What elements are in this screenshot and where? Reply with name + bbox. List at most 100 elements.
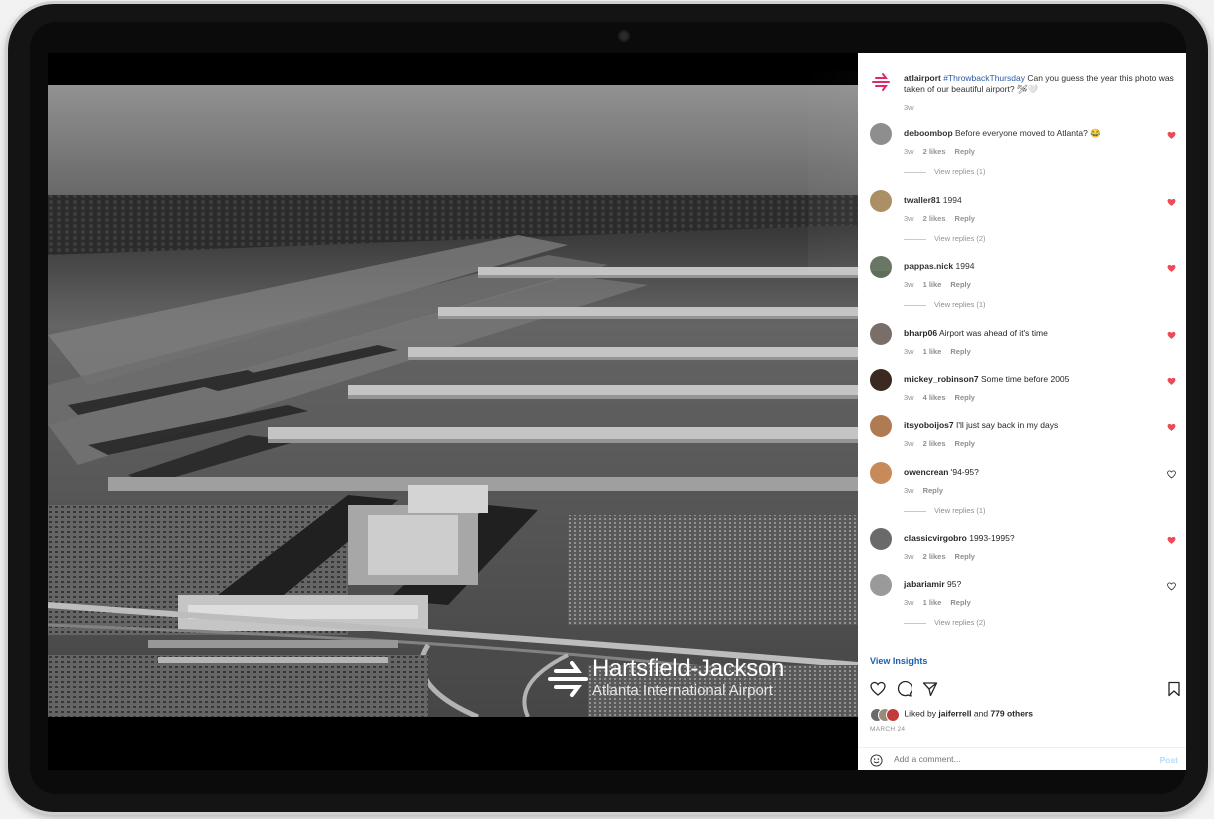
comment-heart-icon[interactable]	[1167, 264, 1176, 273]
comment-heart-icon[interactable]	[1167, 582, 1176, 591]
comment-username[interactable]: mickey_robinson7	[904, 374, 979, 384]
comment-heart-icon[interactable]	[1167, 536, 1176, 545]
reply-button[interactable]: Reply	[950, 347, 970, 356]
comment-username[interactable]: bharp06	[904, 328, 937, 338]
comment-username[interactable]: owencrean	[904, 467, 948, 477]
comment-likes[interactable]: 2 likes	[923, 147, 946, 156]
reply-button[interactable]: Reply	[950, 280, 970, 289]
post-comment-button[interactable]: Post	[1160, 755, 1178, 765]
reply-button[interactable]: Reply	[950, 598, 970, 607]
comment-time: 3w	[904, 598, 914, 607]
comment-time: 3w	[904, 393, 914, 402]
comment-likes[interactable]: 1 like	[923, 598, 942, 607]
post-photo[interactable]: Hartsfield-Jackson Atlanta International…	[48, 85, 858, 717]
view-replies-link[interactable]: View replies (1)	[904, 167, 986, 176]
comment-heart-icon[interactable]	[1167, 470, 1176, 479]
comment-text: 95?	[947, 579, 962, 589]
liker-avatars	[870, 708, 902, 722]
view-replies-link[interactable]: View replies (2)	[904, 618, 986, 627]
avatar[interactable]	[870, 71, 892, 93]
comment-time: 3w	[904, 214, 914, 223]
liked-by-others[interactable]: 779 others	[990, 708, 1033, 718]
comment-row: twaller81 1994 3w 2 likes Reply View replies…	[870, 190, 1184, 250]
view-replies-link[interactable]: View replies (2)	[904, 234, 986, 243]
comment-text: Some time before 2005	[981, 374, 1070, 384]
comment-heart-icon[interactable]	[1167, 198, 1176, 207]
comment-username[interactable]: deboombop	[904, 128, 953, 138]
comment-row: pappas.nick 1994 3w 1 like Reply View replie…	[870, 256, 1184, 316]
avatar[interactable]	[870, 190, 892, 212]
atl-logo-icon	[870, 71, 892, 93]
bookmark-icon[interactable]	[1166, 681, 1182, 697]
comment-username[interactable]: pappas.nick	[904, 261, 953, 271]
comment-username[interactable]: twaller81	[904, 195, 940, 205]
comment-heart-icon[interactable]	[1167, 377, 1176, 386]
reply-button[interactable]: Reply	[923, 486, 943, 495]
comment-time: 3w	[904, 147, 914, 156]
comment-row: deboombop Before everyone moved to Atlan…	[870, 123, 1184, 183]
comment-text: Before everyone moved to Atlanta? 😂	[955, 128, 1101, 138]
instagram-post-screen: Hartsfield-Jackson Atlanta International…	[48, 53, 1186, 770]
reply-button[interactable]: Reply	[955, 439, 975, 448]
comment-heart-icon[interactable]	[1167, 423, 1176, 432]
avatar[interactable]	[870, 369, 892, 391]
comment-text: 1994	[955, 261, 975, 271]
avatar[interactable]	[870, 323, 892, 345]
avatar[interactable]	[870, 123, 892, 145]
comment-likes[interactable]: 2 likes	[923, 552, 946, 561]
avatar[interactable]	[870, 528, 892, 550]
comment-heart-icon[interactable]	[1167, 331, 1176, 340]
add-comment-row: Post	[858, 747, 1186, 770]
caption-username[interactable]: atlairport	[904, 73, 941, 83]
avatar[interactable]	[870, 415, 892, 437]
comment-likes[interactable]: 2 likes	[923, 439, 946, 448]
reply-button[interactable]: Reply	[955, 393, 975, 402]
avatar[interactable]	[870, 462, 892, 484]
comment-row: owencrean '94-95? 3w Reply View replies (1)	[870, 462, 1184, 522]
reply-button[interactable]: Reply	[955, 214, 975, 223]
comment-likes[interactable]: 1 like	[923, 347, 942, 356]
comment-time: 3w	[904, 347, 914, 356]
brand-subtitle: Atlanta International Airport	[592, 682, 773, 699]
caption-time: 3w	[904, 103, 914, 112]
comment-icon[interactable]	[896, 681, 912, 697]
heart-icon[interactable]	[870, 681, 886, 697]
reply-button[interactable]: Reply	[955, 552, 975, 561]
emoji-icon[interactable]	[870, 754, 883, 767]
view-replies-link[interactable]: View replies (1)	[904, 506, 986, 515]
comment-heart-icon[interactable]	[1167, 131, 1176, 140]
comment-text: Airport was ahead of it's time	[938, 328, 1048, 338]
post-actions	[870, 681, 1180, 699]
airport-logo-icon	[548, 661, 588, 697]
comment-time: 3w	[904, 280, 914, 289]
brand-title: Hartsfield-Jackson	[592, 655, 785, 682]
liked-by: Liked by jaiferrell and 779 others	[870, 708, 1033, 722]
comment-likes[interactable]: 2 likes	[923, 214, 946, 223]
view-replies-link[interactable]: View replies (1)	[904, 300, 986, 309]
camera-icon	[620, 32, 628, 40]
avatar[interactable]	[870, 256, 892, 278]
comment-likes[interactable]: 1 like	[923, 280, 942, 289]
comment-text: I'll just say back in my days	[955, 420, 1059, 430]
share-icon[interactable]	[922, 681, 938, 697]
comment-text: 1994	[942, 195, 962, 205]
comment-username[interactable]: classicvirgobro	[904, 533, 967, 543]
comment-time: 3w	[904, 486, 914, 495]
add-comment-input[interactable]	[892, 753, 1136, 765]
comment-time: 3w	[904, 552, 914, 561]
comment-username[interactable]: jabariamir	[904, 579, 945, 589]
comment-time: 3w	[904, 439, 914, 448]
comment-row: jabariamir 95? 3w 1 like Reply View replies …	[870, 574, 1184, 634]
view-insights-link[interactable]: View Insights	[870, 656, 927, 666]
post-date: MARCH 24	[870, 726, 906, 733]
comment-likes[interactable]: 4 likes	[923, 393, 946, 402]
comment-text: 1993-1995?	[969, 533, 1015, 543]
avatar[interactable]	[870, 574, 892, 596]
liked-by-user[interactable]: jaiferrell	[938, 708, 971, 718]
comment-text: '94-95?	[950, 467, 979, 477]
caption-hashtag[interactable]: #ThrowbackThursday	[943, 73, 1025, 83]
comment-username[interactable]: itsyoboijos7	[904, 420, 954, 430]
comments-panel: atlairport #ThrowbackThursday Can you gu…	[858, 53, 1186, 770]
reply-button[interactable]: Reply	[955, 147, 975, 156]
laptop-mockup: Hartsfield-Jackson Atlanta International…	[0, 0, 1214, 819]
